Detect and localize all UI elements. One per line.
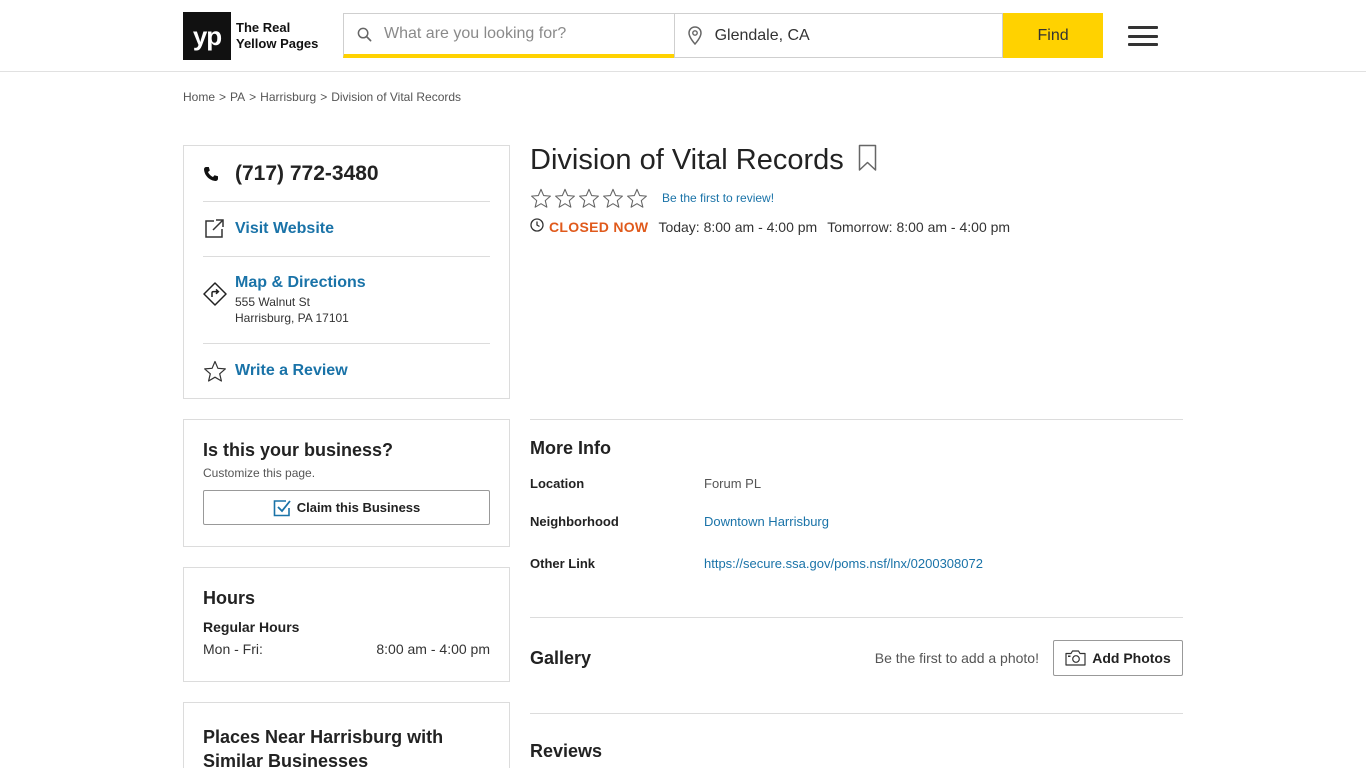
address-street: 555 Walnut St <box>235 295 310 309</box>
gallery-section: Gallery Be the first to add a photo! Add… <box>530 617 1183 714</box>
menu-bar <box>1128 43 1158 46</box>
yp-logo-mark: yp <box>183 12 231 60</box>
more-info-section: More Info Location Forum PL Neighborhood… <box>530 419 1183 617</box>
reviews-title: Reviews <box>530 741 603 761</box>
breadcrumb-separator: > <box>249 90 257 104</box>
claim-button-label: Claim this Business <box>296 500 421 515</box>
info-row-location: Location Forum PL <box>530 476 761 491</box>
star-empty-icon <box>579 188 599 208</box>
neighborhood-link[interactable]: Downtown Harrisburg <box>704 514 829 529</box>
address: 555 Walnut St Harrisburg, PA 17101 <box>235 294 366 326</box>
places-title-line-2: Similar Businesses <box>203 751 369 768</box>
phone-number[interactable]: (717) 772-3480 <box>235 162 379 186</box>
visit-website-link[interactable]: Visit Website <box>235 220 334 238</box>
business-title-row: Division of Vital Records <box>530 140 1183 180</box>
breadcrumb-separator: > <box>320 90 328 104</box>
gallery-title: Gallery <box>530 647 592 668</box>
gallery-note: Be the first to add a photo! <box>874 650 1039 666</box>
star-outline-icon <box>203 360 235 383</box>
phone-icon <box>203 166 235 182</box>
menu-bar <box>1128 34 1158 38</box>
neighborhood-label: Neighborhood <box>530 514 619 529</box>
bookmark-icon[interactable] <box>858 144 877 177</box>
places-title: Places Near Harrisburg with Similar Busi… <box>203 725 490 768</box>
rating-stars[interactable] <box>530 188 650 209</box>
claim-title: Is this your business? <box>203 440 394 460</box>
today-hours: Today: 8:00 am - 4:00 pm <box>658 218 818 235</box>
location-label: Location <box>530 476 585 491</box>
location-value: Forum PL <box>704 476 762 491</box>
breadcrumb-state[interactable]: PA <box>230 90 245 104</box>
search-bar: Find <box>343 13 1103 58</box>
write-review-link[interactable]: Write a Review <box>235 362 348 380</box>
rating-row: Be the first to review! <box>530 186 1183 210</box>
camera-icon <box>1065 650 1086 666</box>
gallery-header: Gallery Be the first to add a photo! Add… <box>530 618 1183 698</box>
info-row-neighborhood: Neighborhood Downtown Harrisburg <box>530 514 829 529</box>
menu-bar <box>1128 26 1158 29</box>
breadcrumb-current: Division of Vital Records <box>331 90 462 104</box>
hours-row: Mon - Fri: 8:00 am - 4:00 pm <box>203 641 490 657</box>
business-name: Division of Vital Records <box>530 143 844 176</box>
find-button[interactable]: Find <box>1003 13 1103 58</box>
breadcrumb-separator: > <box>219 90 227 104</box>
business-summary: Division of Vital Records Be the first t… <box>530 140 1183 235</box>
add-photos-button[interactable]: Add Photos <box>1053 640 1183 676</box>
other-link-label: Other Link <box>530 556 596 571</box>
phone-row[interactable]: (717) 772-3480 <box>203 146 490 202</box>
hours-time: 8:00 am - 4:00 pm <box>376 641 490 657</box>
menu-icon[interactable] <box>1128 26 1158 46</box>
write-review-row[interactable]: Write a Review <box>203 344 490 398</box>
breadcrumb-home[interactable]: Home <box>183 90 215 104</box>
info-row-other-link: Other Link https://secure.ssa.gov/poms.n… <box>530 556 983 571</box>
first-review-link[interactable]: Be the first to review! <box>662 191 774 205</box>
map-directions-link[interactable]: Map & Directions <box>235 274 366 291</box>
search-icon <box>344 27 384 42</box>
star-empty-icon <box>555 188 575 208</box>
claim-subtitle: Customize this page. <box>203 466 316 480</box>
logo-line-2: Yellow Pages <box>236 36 319 51</box>
yp-logo-text: The Real Yellow Pages <box>236 20 318 52</box>
location-input[interactable] <box>714 26 975 45</box>
map-info: Map & Directions 555 Walnut St Harrisbur… <box>235 274 366 326</box>
external-link-icon <box>203 218 235 240</box>
gallery-actions: Be the first to add a photo! Add Photos <box>875 640 1183 676</box>
address-city: Harrisburg, PA 17101 <box>235 311 349 325</box>
places-nearby-card: Places Near Harrisburg with Similar Busi… <box>183 702 510 768</box>
directions-icon <box>203 274 235 306</box>
closed-status: CLOSED NOW <box>549 218 649 235</box>
map-row[interactable]: Map & Directions 555 Walnut St Harrisbur… <box>203 257 490 344</box>
website-row[interactable]: Visit Website <box>203 202 490 257</box>
other-link[interactable]: https://secure.ssa.gov/poms.nsf/lnx/0200… <box>704 556 983 571</box>
hours-status: CLOSED NOW Today: 8:00 am - 4:00 pm Tomo… <box>530 218 1183 235</box>
hours-title: Hours <box>203 588 256 608</box>
reviews-section: Reviews <box>530 713 1183 768</box>
star-empty-icon <box>627 188 647 208</box>
breadcrumb: Home > PA > Harrisburg > Division of Vital Rec… <box>183 90 461 104</box>
breadcrumb-city[interactable]: Harrisburg <box>260 90 316 104</box>
star-empty-icon <box>603 188 623 208</box>
add-photos-label: Add Photos <box>1092 650 1171 666</box>
regular-hours-heading: Regular Hours <box>203 619 300 635</box>
more-info-title: More Info <box>530 438 611 458</box>
tomorrow-hours: Tomorrow: 8:00 am - 4:00 pm <box>827 218 1011 235</box>
claim-business-button[interactable]: Claim this Business <box>203 490 490 525</box>
clock-icon <box>530 218 544 235</box>
logo-line-1: The Real <box>236 20 291 35</box>
yp-logo[interactable]: yp The Real Yellow Pages <box>183 12 318 60</box>
hours-card: Hours Regular Hours Mon - Fri: 8:00 am -… <box>183 567 510 682</box>
places-title-line-1: Places Near Harrisburg with <box>203 727 444 747</box>
claim-business-card: Is this your business? Customize this pa… <box>183 419 510 547</box>
search-location-field[interactable] <box>673 13 1004 58</box>
checkbox-icon <box>273 499 291 516</box>
search-what-field[interactable] <box>343 13 674 58</box>
site-header: yp The Real Yellow Pages Find <box>0 0 1366 72</box>
contact-card: (717) 772-3480 Visit Website Map & Direc… <box>183 145 510 399</box>
star-empty-icon <box>531 188 551 208</box>
hours-days: Mon - Fri: <box>203 641 263 657</box>
search-input[interactable] <box>384 25 644 43</box>
location-pin-icon <box>675 26 715 45</box>
